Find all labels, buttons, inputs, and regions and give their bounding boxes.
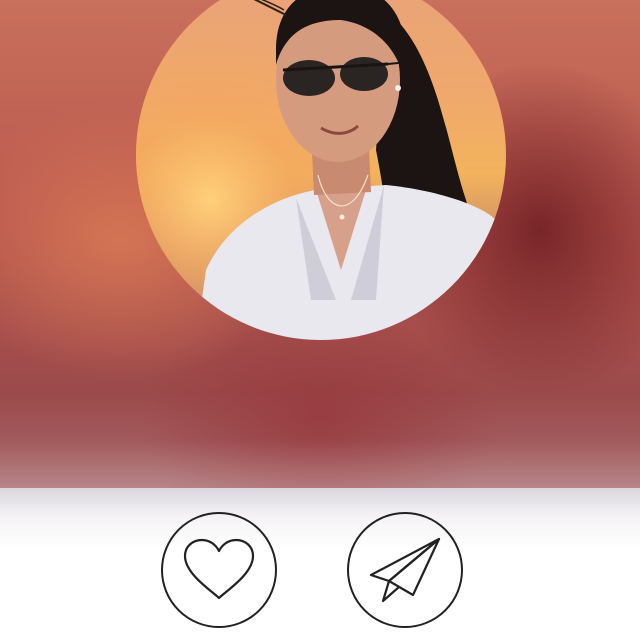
action-panel [0, 488, 640, 640]
paper-plane-icon [367, 535, 443, 605]
send-button[interactable] [347, 512, 463, 628]
like-button[interactable] [161, 512, 277, 628]
heart-icon [182, 538, 256, 602]
profile-screen [0, 0, 640, 640]
